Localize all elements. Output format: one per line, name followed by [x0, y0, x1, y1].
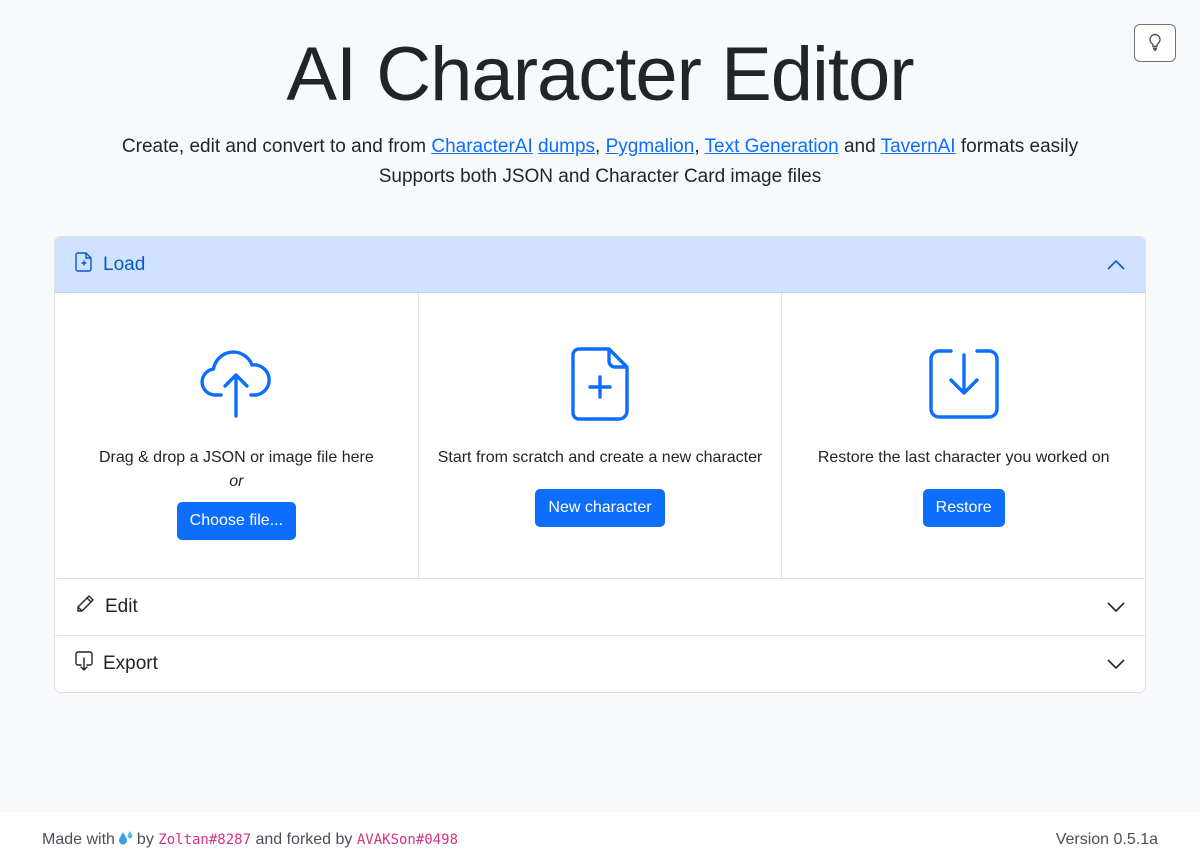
footer: Made with by Zoltan#8287 and forked by A…: [0, 812, 1200, 868]
link-dumps[interactable]: dumps: [538, 136, 595, 157]
upload-description: Drag & drop a JSON or image file here: [98, 449, 374, 466]
download-box-icon: [927, 348, 1001, 420]
accordion-export-label: Export: [103, 653, 158, 674]
footer-author: Zoltan#8287: [158, 832, 251, 848]
file-export-icon: [75, 651, 93, 677]
footer-forker: AVAKSon#0498: [356, 832, 459, 848]
link-tavernai[interactable]: TavernAI: [881, 136, 956, 157]
cloud-upload-icon: [199, 348, 273, 420]
footer-made-with: Made with: [42, 831, 115, 848]
sweat-droplets-icon: [117, 830, 135, 851]
pencil-icon: [75, 594, 95, 620]
accordion-edit-header[interactable]: Edit: [55, 578, 1145, 635]
link-pygmalion[interactable]: Pygmalion: [606, 136, 695, 157]
load-option-new: Start from scratch and create a new char…: [417, 293, 782, 578]
file-plus-icon: [75, 252, 93, 278]
restore-description: Restore the last character you worked on: [817, 449, 1110, 466]
new-file-icon: [571, 347, 629, 421]
page-title: AI Character Editor: [286, 32, 914, 117]
new-description: Start from scratch and create a new char…: [437, 449, 763, 466]
footer-by: by: [136, 831, 154, 848]
restore-button[interactable]: Restore: [922, 489, 1005, 527]
chevron-down-icon: [1107, 601, 1125, 613]
new-character-button[interactable]: New character: [535, 489, 665, 527]
chevron-down-icon: [1107, 658, 1125, 670]
accordion-load-header[interactable]: Load: [55, 237, 1145, 293]
chevron-up-icon: [1107, 259, 1125, 271]
subtitle-line-1: Create, edit and convert to and from Cha…: [121, 136, 1079, 157]
load-option-restore: Restore the last character you worked on…: [781, 293, 1145, 578]
main-accordion: Load Drag & drop a JSON or image file he…: [54, 236, 1146, 693]
choose-file-button[interactable]: Choose file...: [176, 502, 297, 540]
accordion-edit-label: Edit: [105, 596, 138, 617]
subtitle-line-2: Supports both JSON and Character Card im…: [378, 166, 822, 187]
accordion-load-label: Load: [103, 254, 146, 275]
link-text-generation[interactable]: Text Generation: [705, 136, 839, 157]
upload-or-text: or: [229, 473, 244, 490]
load-option-upload: Drag & drop a JSON or image file here or…: [55, 293, 418, 578]
accordion-export-header[interactable]: Export: [55, 635, 1145, 692]
accordion-load-body: Drag & drop a JSON or image file here or…: [55, 293, 1145, 578]
footer-version: Version 0.5.1a: [1055, 831, 1158, 848]
link-characterai[interactable]: CharacterAI: [431, 136, 532, 157]
footer-forked-by: and forked by: [255, 831, 353, 848]
page-subtitle: Create, edit and convert to and from Cha…: [0, 132, 1200, 192]
